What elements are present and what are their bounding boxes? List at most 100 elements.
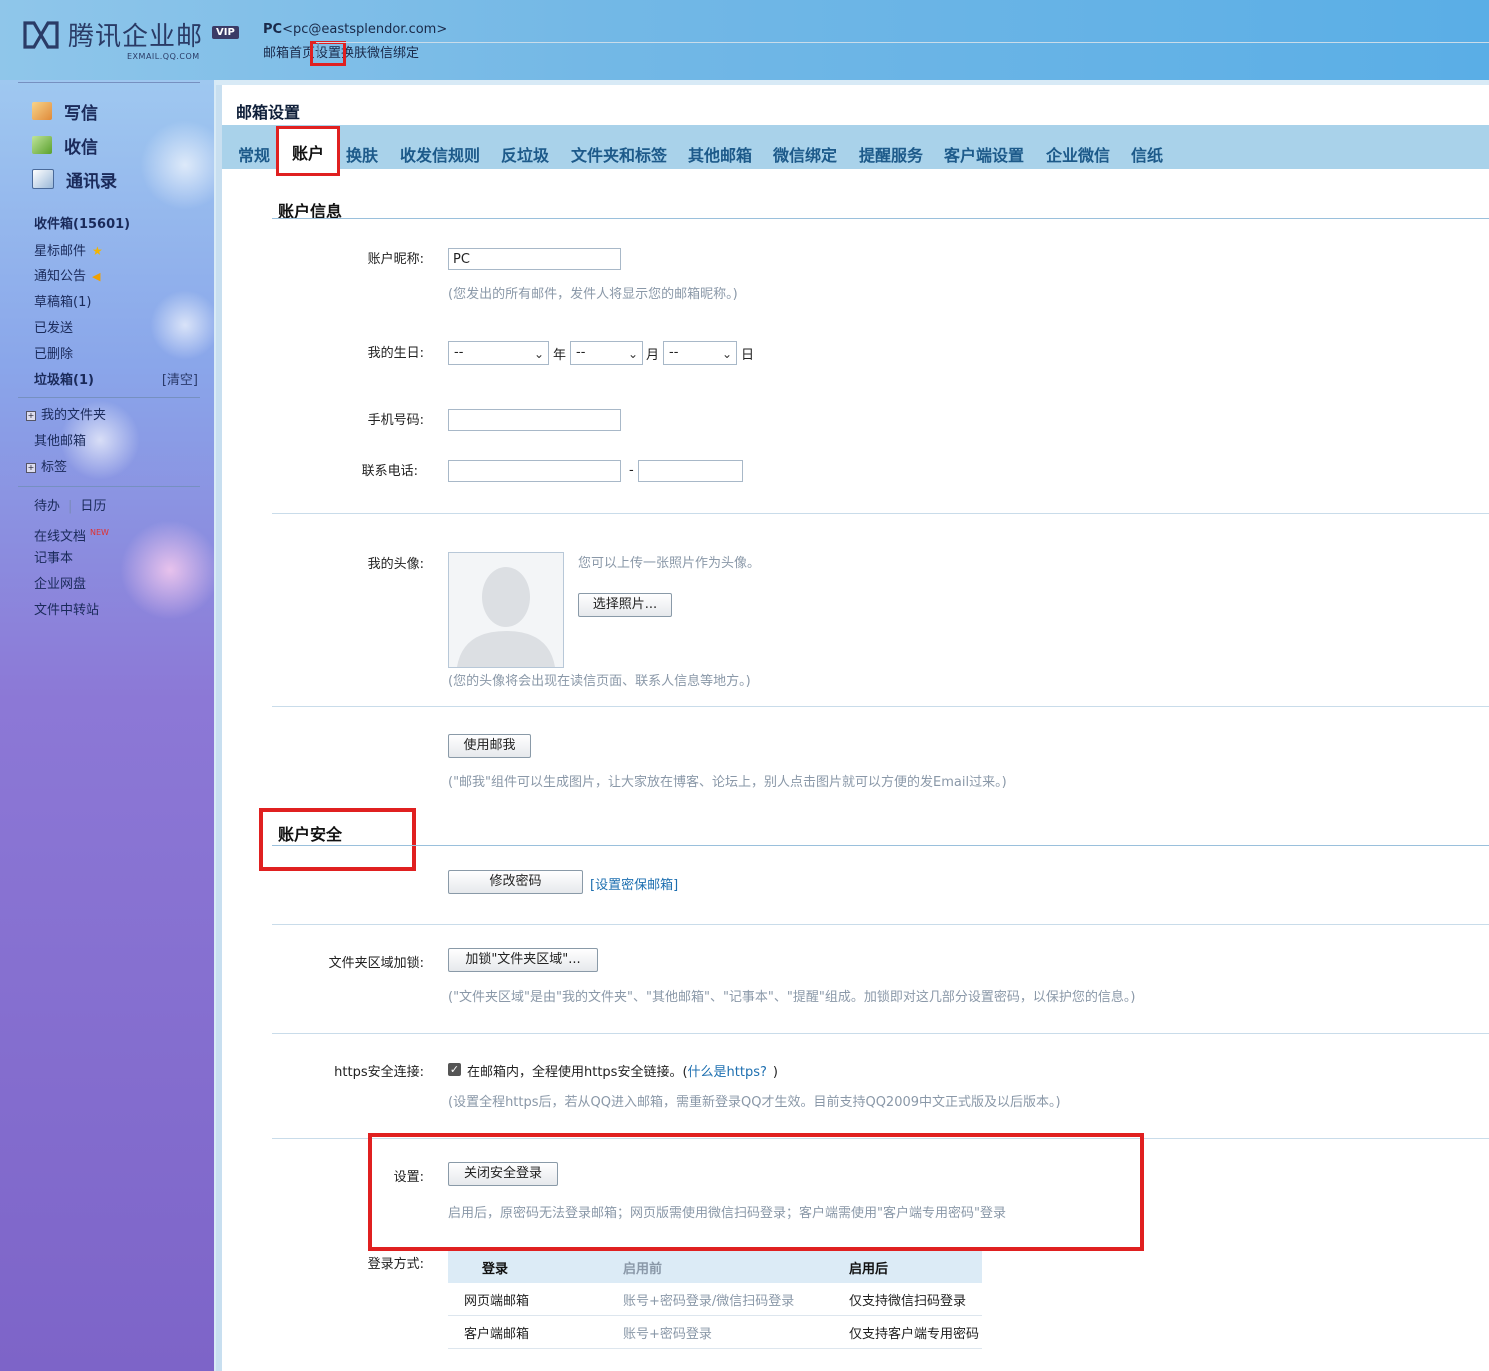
nav-compose-label: 写信 bbox=[64, 103, 98, 124]
todo-calendar-row: 待办 | 日历 bbox=[34, 499, 107, 514]
tags[interactable]: + 标签 bbox=[26, 455, 190, 481]
table-cell: 仅支持客户端专用密码 bbox=[833, 1315, 982, 1349]
table-cell: 网页端邮箱 bbox=[448, 1283, 607, 1316]
highlight-box bbox=[368, 1133, 1144, 1251]
file-transfer[interactable]: 文件中转站 bbox=[34, 598, 198, 624]
folder-lock-hint: ("文件夹区域"是由"我的文件夹"、"其他邮箱"、"记事本"、"提醒"组成。加锁… bbox=[448, 990, 1136, 1005]
nickname-label: 账户昵称: bbox=[367, 252, 424, 267]
calendar-link[interactable]: 日历 bbox=[80, 499, 106, 514]
tools-list: 待办 | 日历 在线文档 NEW 记事本 企业网盘 文件中转站 bbox=[34, 494, 198, 624]
table-cell: 客户端邮箱 bbox=[448, 1315, 607, 1349]
other-mailbox[interactable]: 其他邮箱 bbox=[26, 429, 190, 455]
what-is-https-link[interactable]: 什么是https? bbox=[688, 1065, 767, 1080]
phone-area-input[interactable] bbox=[448, 460, 621, 482]
nav-contacts-label: 通讯录 bbox=[66, 171, 117, 192]
custom-folder-list: + 我的文件夹 其他邮箱 + 标签 bbox=[26, 403, 190, 481]
tab-wechat-bind[interactable]: 微信绑定 bbox=[773, 142, 837, 166]
page-title: 邮箱设置 bbox=[236, 103, 301, 122]
netdisk[interactable]: 企业网盘 bbox=[34, 572, 198, 598]
todo-link[interactable]: 待办 bbox=[34, 499, 60, 514]
sidebar: 写信 收信 通讯录 收件箱(15601) 星标邮件 ★ 通知公告 ◀ 草稿箱(1) … bbox=[0, 80, 214, 1371]
mobile-input[interactable] bbox=[448, 409, 621, 431]
https-checkbox[interactable]: ✓ bbox=[448, 1063, 461, 1076]
tab-skin[interactable]: 换肤 bbox=[346, 142, 378, 166]
sidebar-divider bbox=[18, 397, 200, 398]
nav-contacts[interactable]: 通讯录 bbox=[32, 162, 117, 196]
tab-antispam[interactable]: 反垃圾 bbox=[501, 142, 549, 166]
nav-compose[interactable]: 写信 bbox=[32, 94, 117, 128]
tab-stationery[interactable]: 信纸 bbox=[1131, 142, 1163, 166]
brand-name: 腾讯企业邮 bbox=[68, 22, 204, 52]
folder-junk[interactable]: 垃圾箱(1) [清空] bbox=[34, 368, 198, 394]
top-links: 邮箱首页 | 设置 | 换肤 | 微信绑定 bbox=[263, 41, 1489, 66]
tab-account[interactable]: 账户 bbox=[275, 126, 341, 176]
sidebar-divider bbox=[18, 486, 200, 487]
folder-notice-label: 通知公告 bbox=[34, 269, 87, 284]
birthday-year-select[interactable]: -- ⌄ bbox=[448, 341, 549, 365]
notes[interactable]: 记事本 bbox=[34, 546, 198, 572]
mailme-hint: ("邮我"组件可以生成图片，让大家放在博客、论坛上，别人点击图片就可以方便的发E… bbox=[448, 775, 1007, 790]
folder-drafts[interactable]: 草稿箱(1) bbox=[34, 290, 198, 316]
chevron-down-icon: ⌄ bbox=[533, 347, 544, 361]
logo[interactable]: 腾讯企业邮 bbox=[22, 16, 203, 53]
secure-setting-label: 设置: bbox=[393, 1170, 424, 1185]
avatar-tip: 您可以上传一张照片作为头像。 bbox=[578, 556, 761, 571]
tab-client-settings[interactable]: 客户端设置 bbox=[944, 142, 1024, 166]
tab-reminder[interactable]: 提醒服务 bbox=[859, 142, 923, 166]
sidebar-divider bbox=[18, 82, 200, 83]
tab-work-wechat[interactable]: 企业微信 bbox=[1046, 142, 1110, 166]
folder-deleted[interactable]: 已删除 bbox=[34, 342, 198, 368]
folder-starred[interactable]: 星标邮件 ★ bbox=[34, 238, 198, 264]
brand-subtitle: EXMAIL.QQ.COM bbox=[127, 52, 200, 61]
nav-receive[interactable]: 收信 bbox=[32, 128, 117, 162]
folder-junk-label: 垃圾箱(1) bbox=[34, 373, 94, 388]
folder-starred-label: 星标邮件 bbox=[34, 244, 87, 259]
birthday-year-value: -- bbox=[454, 345, 464, 360]
user-identity: PC<pc@eastsplendor.com> bbox=[263, 22, 447, 37]
top-header: 腾讯企业邮 EXMAIL.QQ.COM VIP PC<pc@eastsplend… bbox=[0, 0, 1489, 80]
birthday-day-select[interactable]: -- ⌄ bbox=[663, 341, 737, 365]
separator bbox=[272, 924, 1489, 925]
choose-photo-button[interactable]: 选择照片... bbox=[578, 593, 672, 617]
folder-sent[interactable]: 已发送 bbox=[34, 316, 198, 342]
avatar-label: 我的头像: bbox=[367, 557, 424, 572]
close-secure-login-button[interactable]: 关闭安全登录 bbox=[448, 1162, 558, 1186]
phone-number-input[interactable] bbox=[638, 460, 743, 482]
expand-plus-icon[interactable]: + bbox=[26, 462, 36, 473]
chevron-down-icon: ⌄ bbox=[627, 347, 638, 361]
login-method-label: 登录方式: bbox=[367, 1257, 424, 1272]
unit-year: 年 bbox=[553, 348, 567, 363]
tab-mail-rules[interactable]: 收发信规则 bbox=[400, 142, 480, 166]
separator bbox=[272, 706, 1489, 707]
avatar[interactable] bbox=[448, 552, 564, 668]
table-cell: 账号+密码登录 bbox=[607, 1315, 833, 1349]
change-password-button[interactable]: 修改密码 bbox=[448, 870, 583, 894]
tencent-logo-icon bbox=[23, 20, 59, 49]
folder-inbox[interactable]: 收件箱(15601) bbox=[34, 212, 198, 238]
my-folders-label: 我的文件夹 bbox=[41, 408, 107, 423]
decor-bubble bbox=[140, 120, 214, 210]
link-wechat-bind[interactable]: 微信绑定 bbox=[367, 46, 419, 61]
https-text: 在邮箱内，全程使用https安全链接。( bbox=[467, 1065, 688, 1080]
tab-general[interactable]: 常规 bbox=[238, 142, 270, 166]
birthday-month-select[interactable]: -- ⌄ bbox=[570, 341, 643, 365]
link-skin[interactable]: 换肤 bbox=[341, 46, 367, 61]
speaker-icon: ◀ bbox=[92, 270, 101, 283]
set-security-mailbox-link[interactable]: [设置密保邮箱] bbox=[590, 874, 678, 893]
online-docs-label: 在线文档 bbox=[34, 529, 87, 545]
nickname-hint: (您发出的所有邮件，发件人将显示您的邮箱昵称。) bbox=[448, 287, 738, 302]
nickname-input[interactable]: PC bbox=[448, 248, 621, 270]
online-docs[interactable]: 在线文档 NEW bbox=[34, 520, 198, 546]
my-folders[interactable]: + 我的文件夹 bbox=[26, 403, 190, 429]
user-name: PC bbox=[263, 22, 283, 37]
folder-notice[interactable]: 通知公告 ◀ bbox=[34, 264, 198, 290]
section-line bbox=[272, 845, 1489, 846]
folder-lock-button[interactable]: 加锁"文件夹区域"... bbox=[448, 948, 598, 972]
mailme-button[interactable]: 使用邮我 bbox=[448, 734, 531, 758]
tab-folders-tags[interactable]: 文件夹和标签 bbox=[571, 142, 667, 166]
tab-other-mailbox[interactable]: 其他邮箱 bbox=[688, 142, 752, 166]
compose-icon bbox=[32, 102, 52, 120]
expand-plus-icon[interactable]: + bbox=[26, 410, 36, 421]
link-home[interactable]: 邮箱首页 bbox=[263, 46, 315, 61]
clear-junk-link[interactable]: [清空] bbox=[162, 368, 198, 394]
